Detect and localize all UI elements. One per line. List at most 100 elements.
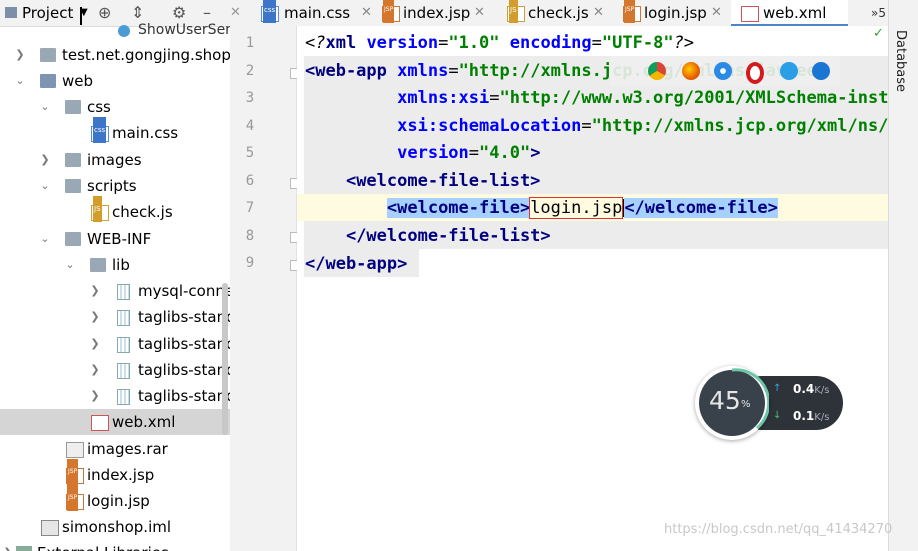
code-line: <welcome-file-list> xyxy=(345,171,541,191)
chevron-right-icon[interactable]: ❯ xyxy=(89,278,101,304)
close-icon[interactable]: ✕ xyxy=(474,0,485,26)
chevron-down-icon[interactable]: ⌄ xyxy=(14,68,26,94)
code-editor[interactable]: <?xml version="1.0" encoding="UTF-8"?> <… xyxy=(297,26,888,551)
tree-item-images[interactable]: ❯ images xyxy=(0,147,230,173)
ie-icon[interactable] xyxy=(780,62,798,80)
usage-percent: 45 xyxy=(709,386,741,415)
tree-item-jar[interactable]: ❯ taglibs-stand xyxy=(0,383,230,409)
watermark: https://blog.csdn.net/qq_41434270 xyxy=(664,522,893,537)
opera-icon[interactable] xyxy=(746,62,764,84)
folder-icon xyxy=(65,153,81,167)
chevron-down-icon[interactable]: ⌄ xyxy=(39,173,51,199)
browser-preview-bar xyxy=(610,56,840,86)
code-line: xsi:schemaLocation="http://xmlns.jcp.org… xyxy=(397,116,888,136)
js-file-icon xyxy=(507,0,525,23)
js-file-icon xyxy=(91,196,109,222)
xml-file-icon xyxy=(91,415,109,431)
tree-item-images-rar[interactable]: images.rar xyxy=(0,436,230,462)
chevron-right-icon[interactable]: ❯ xyxy=(2,540,14,551)
jar-icon xyxy=(117,310,130,326)
folder-icon xyxy=(65,179,81,193)
tree-item-lib[interactable]: ⌄ lib xyxy=(0,252,230,278)
line-number: 6 xyxy=(245,173,255,189)
tree-item-index-jsp[interactable]: index.jsp xyxy=(0,459,230,488)
tree-item-main-css[interactable]: main.css xyxy=(0,117,230,146)
usage-percent-sign: % xyxy=(741,399,751,410)
more-tabs-button[interactable]: »5 xyxy=(871,0,886,26)
folder-icon xyxy=(65,232,81,246)
line-number: 8 xyxy=(245,228,255,244)
css-file-icon xyxy=(261,0,279,23)
download-speed: 0.1K/s xyxy=(793,409,830,423)
chevron-right-icon[interactable]: ❯ xyxy=(39,147,51,173)
jar-icon xyxy=(117,389,130,405)
chrome-icon[interactable] xyxy=(648,62,666,80)
tree-scrollbar[interactable] xyxy=(222,283,228,435)
network-speed-widget[interactable]: 45 % ↑ ↓ 0.4K/s 0.1K/s xyxy=(695,366,845,440)
jar-icon xyxy=(117,337,130,353)
tab-login-jsp[interactable]: login.jsp ✕ xyxy=(619,0,731,26)
web-folder-icon xyxy=(40,74,56,88)
close-icon[interactable]: ✕ xyxy=(711,0,722,26)
tree-item-jar[interactable]: ❯ taglibs-stand xyxy=(0,304,230,330)
tab-check-js[interactable]: check.js ✕ xyxy=(503,0,619,26)
tree-item-showuserservlet[interactable]: ShowUserSer xyxy=(0,17,230,43)
close-icon[interactable]: ✕ xyxy=(230,0,241,26)
tree-item-iml[interactable]: simonshop.iml xyxy=(0,514,230,540)
chevron-right-icon[interactable]: ❯ xyxy=(89,383,101,409)
selected-value: login.jsp xyxy=(529,197,624,219)
folder-icon xyxy=(90,258,106,272)
library-icon xyxy=(16,546,32,551)
tree-item-scripts[interactable]: ⌄ scripts xyxy=(0,173,230,199)
edge-icon[interactable] xyxy=(812,62,830,80)
chevron-down-icon[interactable]: ⌄ xyxy=(39,94,51,120)
line-number: 1 xyxy=(245,35,255,51)
chevron-right-icon[interactable]: ❯ xyxy=(89,357,101,383)
line-number: 2 xyxy=(245,63,255,79)
close-icon[interactable]: ✕ xyxy=(593,0,604,26)
css-file-icon xyxy=(91,117,109,143)
tree-item-jar[interactable]: ❯ mysql-conne xyxy=(0,278,230,304)
tree-item-jar[interactable]: ❯ taglibs-stand xyxy=(0,357,230,383)
chevron-right-icon[interactable]: ❯ xyxy=(89,331,101,357)
line-number: 5 xyxy=(245,145,255,161)
check-icon: ✓ xyxy=(873,26,884,41)
database-tool-button[interactable]: Database xyxy=(893,30,908,92)
tree-item-web[interactable]: ⌄ web xyxy=(0,68,230,94)
chevron-down-icon[interactable]: ⌄ xyxy=(64,252,76,278)
chevron-right-icon[interactable]: ❯ xyxy=(14,42,26,68)
tree-item-login-jsp[interactable]: login.jsp xyxy=(0,485,230,514)
class-icon xyxy=(118,25,130,37)
project-tree[interactable]: Project ▼ ⊕ ⇕ ⚙ – ShowUserSer ❯ test.net… xyxy=(0,0,230,551)
code-line: version="4.0"> xyxy=(397,143,541,163)
folder-icon xyxy=(65,100,81,114)
code-line: <?xml version="1.0" encoding="UTF-8"?> xyxy=(305,33,695,53)
upload-arrow-icon: ↑ xyxy=(773,383,782,394)
chevron-down-icon[interactable]: ⌄ xyxy=(39,226,51,252)
iml-file-icon xyxy=(41,520,59,536)
line-gutter: 1 2 3 4 5 6 7 8 9 xyxy=(230,26,301,551)
code-line: xmlns:xsi="http://www.w3.org/2001/XMLSch… xyxy=(397,88,888,108)
close-icon[interactable]: ✕ xyxy=(361,0,372,26)
tree-item-check-js[interactable]: check.js xyxy=(0,196,230,225)
right-tool-strip: ✓ Database xyxy=(873,0,918,551)
tree-item-web-xml[interactable]: web.xml xyxy=(0,409,230,435)
jsp-file-icon xyxy=(66,485,84,511)
tab-web-xml[interactable]: web.xml xyxy=(731,0,848,26)
tree-item-css[interactable]: ⌄ css xyxy=(0,94,230,120)
tab-main-css[interactable]: main.css ✕ xyxy=(256,0,378,26)
line-number: 9 xyxy=(245,255,255,271)
tree-item-web-inf[interactable]: ⌄ WEB-INF xyxy=(0,226,230,252)
download-arrow-icon: ↓ xyxy=(773,410,782,421)
jsp-file-icon xyxy=(66,459,84,485)
jsp-file-icon xyxy=(382,0,400,23)
jsp-file-icon xyxy=(623,0,641,23)
firefox-icon[interactable] xyxy=(682,62,700,80)
tab-index-jsp[interactable]: index.jsp ✕ xyxy=(378,0,503,26)
tree-item-external-libraries[interactable]: ❯ External Libraries xyxy=(0,540,230,551)
chevron-right-icon[interactable]: ❯ xyxy=(89,304,101,330)
jar-icon xyxy=(117,284,130,300)
safari-icon[interactable] xyxy=(714,62,732,80)
tree-item-jar[interactable]: ❯ taglibs-stand xyxy=(0,331,230,357)
tree-item-package[interactable]: ❯ test.net.gongjing.shop xyxy=(0,42,230,68)
